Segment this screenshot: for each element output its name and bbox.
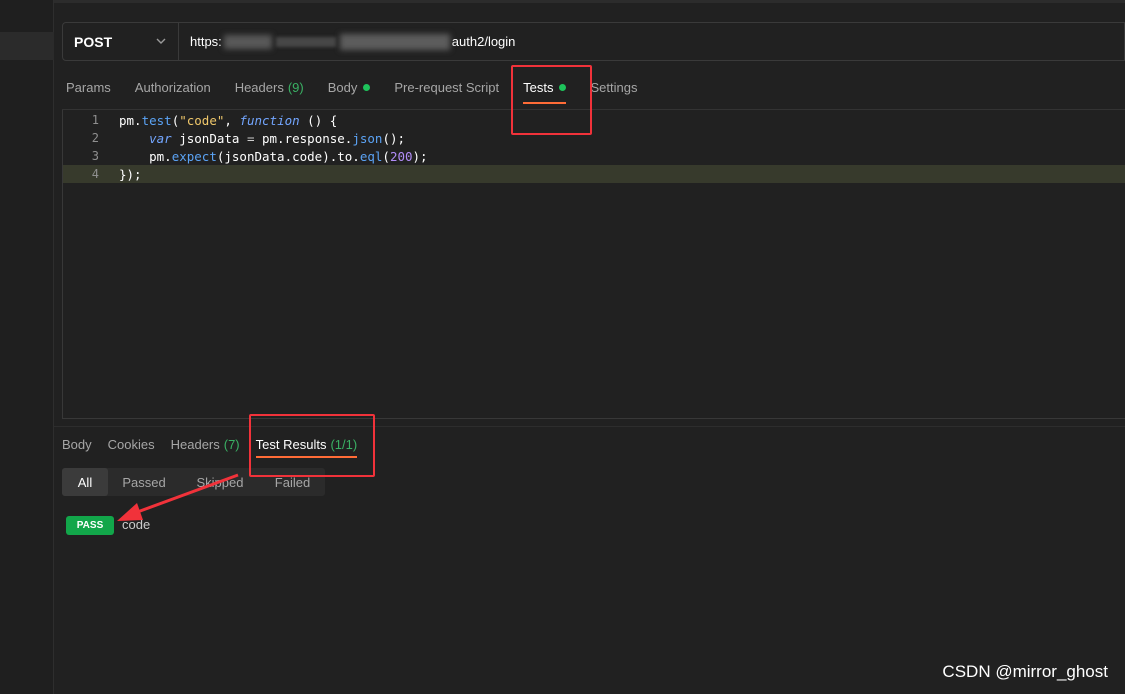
code-line: 1 pm.test("code", function () { xyxy=(63,111,1125,129)
response-divider xyxy=(54,426,1125,427)
code-line-current: 4 }); xyxy=(63,165,1125,183)
code-line: 2 var jsonData = pm.response.json(); xyxy=(63,129,1125,147)
url-prefix: https: xyxy=(190,34,222,49)
line-number: 2 xyxy=(91,131,99,145)
line-number: 1 xyxy=(91,113,99,127)
code-text: pm.test("code", function () { xyxy=(119,112,338,128)
tab-response-headers[interactable]: Headers (7) xyxy=(171,437,240,452)
tab-cookies[interactable]: Cookies xyxy=(108,437,155,452)
url-middle-blurred xyxy=(275,36,336,47)
tests-script-editor[interactable]: 1 pm.test("code", function () { 2 var js… xyxy=(62,110,1125,419)
request-url-bar: POST https: auth2/login xyxy=(62,22,1125,61)
tab-params[interactable]: Params xyxy=(66,80,111,95)
code-text: var jsonData = pm.response.json(); xyxy=(149,130,406,146)
tab-label: Body xyxy=(327,79,358,95)
filter-passed[interactable]: Passed xyxy=(108,468,180,496)
tab-settings[interactable]: Settings xyxy=(590,80,637,95)
method-select[interactable]: POST xyxy=(63,23,179,60)
chevron-down-icon xyxy=(156,38,166,44)
tab-label: Headers xyxy=(170,436,220,452)
tab-label: Authorization xyxy=(134,79,211,95)
tab-label: Headers xyxy=(234,79,284,95)
watermark: CSDN @mirror_ghost xyxy=(942,662,1108,681)
tab-body[interactable]: Body xyxy=(328,80,371,95)
postman-window: POST https: auth2/login Params Authoriza… xyxy=(0,0,1125,694)
test-result-name: code xyxy=(122,517,151,532)
method-label: POST xyxy=(74,33,113,50)
code-text: }); xyxy=(119,166,142,182)
pass-status-badge: PASS xyxy=(66,516,114,535)
line-number: 4 xyxy=(91,167,99,181)
line-number: 3 xyxy=(91,149,99,163)
modified-dot-icon xyxy=(363,83,371,91)
sidebar-selected-item[interactable] xyxy=(0,32,54,60)
tab-label: Body xyxy=(62,436,92,452)
filter-skipped[interactable]: Skipped xyxy=(180,468,260,496)
tab-count: (7) xyxy=(223,436,240,452)
filter-all[interactable]: All xyxy=(62,468,108,496)
redacted-host xyxy=(223,34,272,49)
annotation-box-test-results xyxy=(249,414,375,477)
tab-label: Settings xyxy=(590,79,638,95)
tab-authorization[interactable]: Authorization xyxy=(135,80,211,95)
redacted-path xyxy=(339,33,450,50)
tab-response-body[interactable]: Body xyxy=(62,437,92,452)
code-line: 3 pm.expect(jsonData.code).to.eql(200); xyxy=(63,147,1125,165)
tab-label: Params xyxy=(66,79,111,95)
code-text: pm.expect(jsonData.code).to.eql(200); xyxy=(119,148,428,164)
sidebar xyxy=(0,0,54,694)
tab-label: Pre-request Script xyxy=(394,79,500,95)
annotation-box-tests xyxy=(511,65,592,135)
tab-pre-request-script[interactable]: Pre-request Script xyxy=(394,80,499,95)
tab-label: Cookies xyxy=(107,436,155,452)
tab-count: (9) xyxy=(287,79,304,95)
url-suffix: auth2/login xyxy=(451,34,516,49)
tab-headers[interactable]: Headers (9) xyxy=(235,80,304,95)
top-divider xyxy=(54,0,1125,3)
url-input[interactable]: https: auth2/login xyxy=(190,23,515,60)
